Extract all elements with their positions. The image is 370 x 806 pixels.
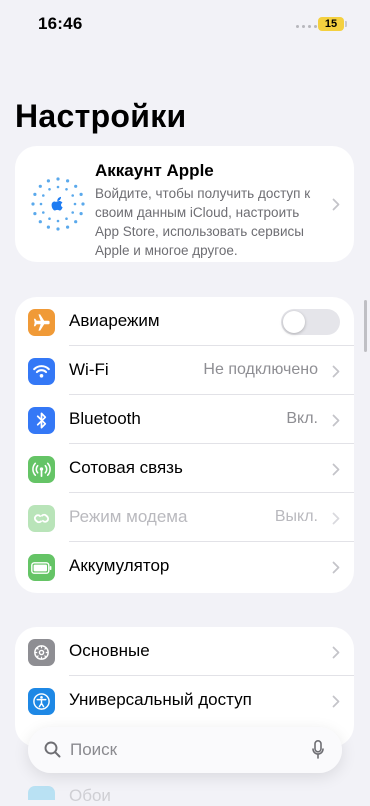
row-airplane-mode[interactable]: Авиарежим [15,297,354,346]
row-wallpaper[interactable]: Обои [15,778,354,805]
cellular-icon [28,456,55,483]
gear-icon [28,639,55,666]
apple-account-card[interactable]: Аккаунт Apple Войдите, чтобы получить до… [15,146,354,262]
scroll-indicator[interactable] [364,300,367,352]
bluetooth-label: Bluetooth [69,409,141,428]
account-title: Аккаунт Apple [95,161,214,180]
battery-indicator: 15 [318,17,347,31]
wallpaper-icon [28,786,55,800]
cellular-label: Сотовая связь [69,458,183,477]
row-general[interactable]: Основные [15,627,354,676]
hotspot-icon [28,505,55,532]
chevron-right-icon [332,414,340,427]
chevron-right-icon [332,463,340,476]
connectivity-group: Авиарежим Wi-Fi Не подключено Bluetooth … [15,297,354,593]
airplane-mode-toggle[interactable] [281,309,340,335]
accessibility-label: Универсальный доступ [69,690,252,709]
apple-account-icon [31,177,85,231]
bluetooth-icon [28,407,55,434]
microphone-icon[interactable] [312,740,324,760]
row-personal-hotspot[interactable]: Режим модема Выкл. [15,493,354,542]
chevron-right-icon [332,198,340,211]
page-title: Настройки [15,98,187,134]
battery-label: Аккумулятор [69,556,170,575]
status-time: 16:46 [38,14,83,33]
row-bluetooth[interactable]: Bluetooth Вкл. [15,395,354,444]
wifi-icon [28,358,55,385]
chevron-right-icon [332,695,340,708]
search-icon [44,741,61,758]
search-input[interactable] [70,738,290,762]
chevron-right-icon [332,646,340,659]
wifi-label: Wi-Fi [69,360,109,379]
status-bar: 16:46 15 [0,0,370,48]
chevron-right-icon [332,512,340,525]
search-bar[interactable] [28,727,342,773]
chevron-right-icon [332,365,340,378]
row-battery[interactable]: Аккумулятор [15,542,354,591]
hotspot-label: Режим модема [69,507,188,526]
bluetooth-status: Вкл. [286,410,318,427]
account-description: Войдите, чтобы получить доступ к своим д… [95,186,311,258]
general-label: Основные [69,641,150,660]
hotspot-status: Выкл. [274,508,318,525]
row-wifi[interactable]: Wi-Fi Не подключено [15,346,354,395]
wallpaper-label: Обои [69,786,111,805]
airplane-mode-label: Авиарежим [69,311,160,330]
signal-dots-icon [296,25,317,28]
battery-icon [28,554,55,581]
airplane-icon [28,309,55,336]
wifi-status: Не подключено [203,361,318,378]
row-cellular[interactable]: Сотовая связь [15,444,354,493]
chevron-right-icon [332,561,340,574]
row-accessibility[interactable]: Универсальный доступ [15,676,354,725]
accessibility-icon [28,688,55,715]
